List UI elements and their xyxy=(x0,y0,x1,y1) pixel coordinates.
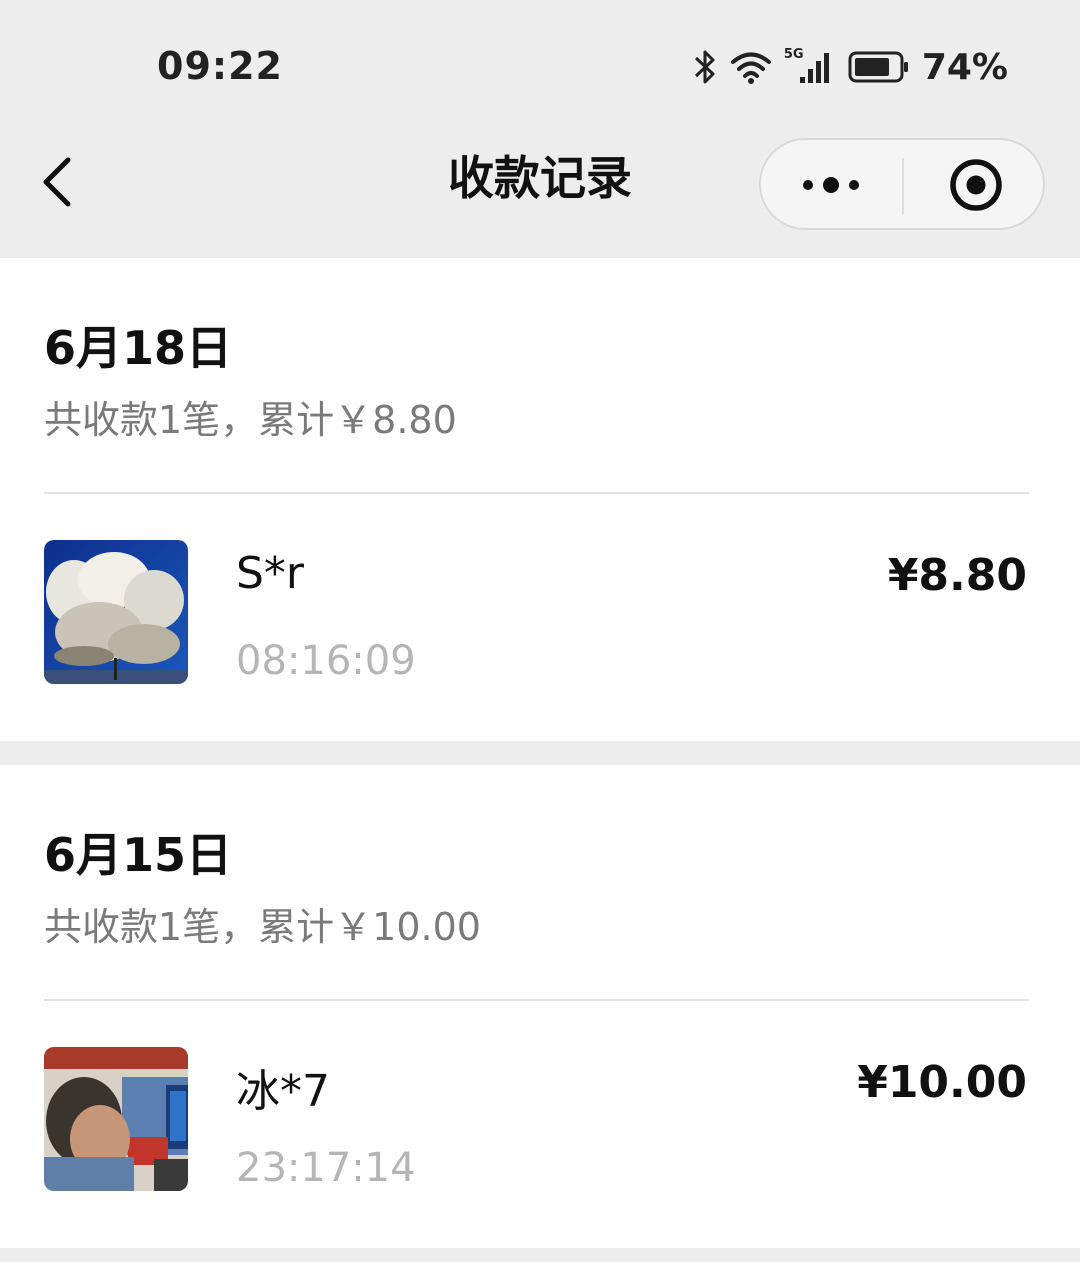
cellular-signal-icon: 5G xyxy=(784,47,836,87)
capsule-divider xyxy=(902,158,904,214)
group-date: 6月15日 xyxy=(44,828,233,882)
payer-name: S*r xyxy=(236,548,305,599)
avatar xyxy=(44,1047,188,1191)
mini-program-capsule xyxy=(759,138,1045,230)
battery-icon xyxy=(848,51,908,83)
record-group: 6月15日 共收款1笔，累计￥10.00 冰*7 23:17:14 ¥10.00 xyxy=(0,765,1080,1248)
bluetooth-icon xyxy=(694,50,715,84)
record-amount: ¥8.80 xyxy=(887,550,1027,601)
divider xyxy=(44,492,1029,494)
record-time: 23:17:14 xyxy=(236,1145,416,1191)
nav-bar: 收款记录 xyxy=(0,130,1080,258)
record-amount: ¥10.00 xyxy=(857,1057,1027,1108)
target-circle-icon[interactable] xyxy=(948,157,1004,213)
status-icons: 5G 74% xyxy=(692,45,1008,89)
group-summary: 共收款1笔，累计￥10.00 xyxy=(44,905,481,949)
group-summary: 共收款1笔，累计￥8.80 xyxy=(44,398,457,442)
payer-name: 冰*7 xyxy=(236,1066,330,1117)
divider xyxy=(44,999,1029,1001)
status-time: 09:22 xyxy=(157,44,283,88)
group-date: 6月18日 xyxy=(44,321,233,375)
wifi-icon xyxy=(730,52,771,84)
record-group: 6月18日 共收款1笔，累计￥8.80 S*r 08:16:09 ¥8.80 xyxy=(0,258,1080,741)
more-dots-icon[interactable] xyxy=(801,170,863,200)
status-bar: 09:22 5G 74% xyxy=(0,0,1080,130)
record-time: 08:16:09 xyxy=(236,638,416,684)
avatar xyxy=(44,540,188,684)
battery-percent: 74% xyxy=(921,46,1008,88)
